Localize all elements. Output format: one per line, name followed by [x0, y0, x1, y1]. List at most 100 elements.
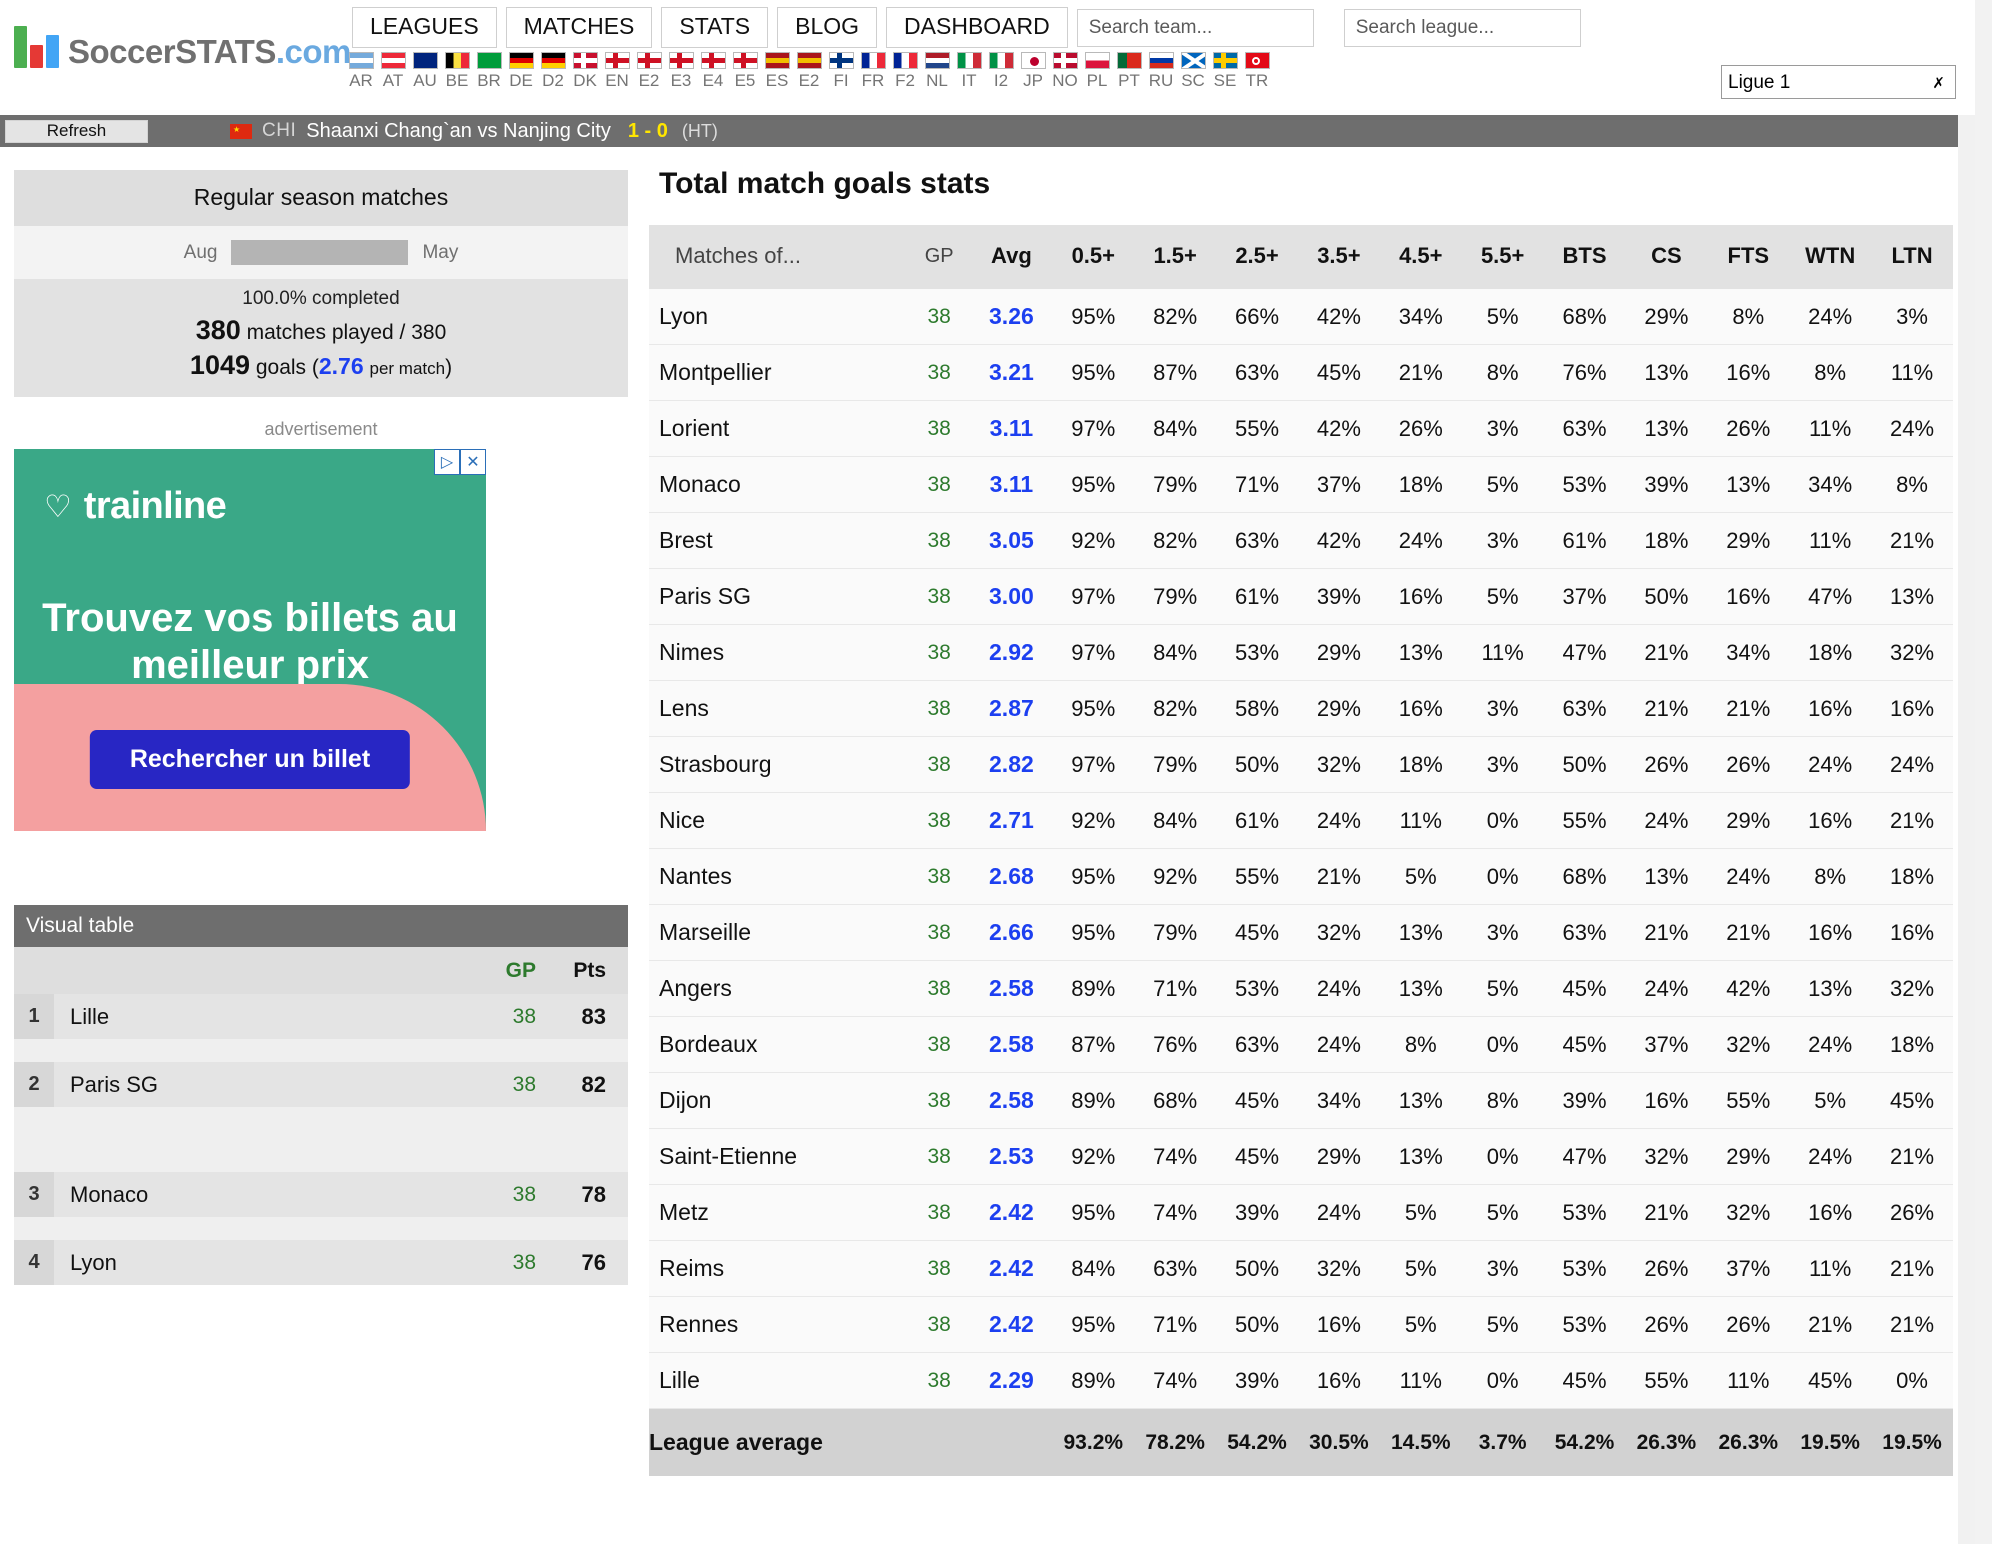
team-name-cell[interactable]: Paris SG — [649, 568, 908, 625]
team-name-cell[interactable]: Nice — [649, 792, 908, 849]
flag-e2[interactable]: E2 — [793, 52, 825, 89]
team-name-cell[interactable]: Brest — [649, 512, 908, 569]
flag-en[interactable]: EN — [601, 52, 633, 89]
team-name-cell[interactable]: Strasbourg — [649, 736, 908, 793]
table-row[interactable]: Paris SG 38 3.00 97% 79% 61% 39% 16% 5% 37% 50% 16%… — [649, 568, 1953, 625]
visual-table-row[interactable]: 1 Lille 38 83 — [14, 994, 628, 1039]
table-row[interactable]: Lens 38 2.87 95% 82% 58% 29% 16% 3% 63% 21% 21% 16% 1… — [649, 680, 1953, 737]
ticker-match[interactable]: ★ CHI Shaanxi Chang`an vs Nanjing City 1… — [230, 120, 718, 143]
flag-e5[interactable]: E5 — [729, 52, 761, 89]
table-row[interactable]: Monaco 38 3.11 95% 79% 71% 37% 18% 5% 53% 39% 13% 34… — [649, 456, 1953, 513]
visual-table-row[interactable]: 4 Lyon 38 76 — [14, 1240, 628, 1285]
flag-e2[interactable]: E2 — [633, 52, 665, 89]
nav-leagues[interactable]: LEAGUES — [352, 7, 497, 48]
flag-br[interactable]: BR — [473, 52, 505, 89]
goals-col-header-fts[interactable]: FTS — [1707, 225, 1790, 289]
flag-pl[interactable]: PL — [1081, 52, 1113, 89]
flag-sc[interactable]: SC — [1177, 52, 1209, 89]
goals-col-header-3-5[interactable]: 3.5+ — [1297, 225, 1380, 289]
flag-no[interactable]: NO — [1049, 52, 1081, 89]
table-row[interactable]: Strasbourg 38 2.82 97% 79% 50% 32% 18% 3% 50% 26% 2… — [649, 736, 1953, 793]
goals-col-header-1-5[interactable]: 1.5+ — [1134, 225, 1217, 289]
team-name-cell[interactable]: Angers — [649, 960, 908, 1017]
flag-tr[interactable]: TR — [1241, 52, 1273, 89]
team-name-cell[interactable]: Bordeaux — [649, 1016, 908, 1073]
flag-be[interactable]: BE — [441, 52, 473, 89]
table-row[interactable]: Nantes 38 2.68 95% 92% 55% 21% 5% 0% 68% 13% 24% 8% 1… — [649, 848, 1953, 905]
goals-col-header-avg[interactable]: Avg — [970, 225, 1053, 289]
flag-de[interactable]: DE — [505, 52, 537, 89]
flag-at[interactable]: AT — [377, 52, 409, 89]
flag-e3[interactable]: E3 — [665, 52, 697, 89]
flag-d2[interactable]: D2 — [537, 52, 569, 89]
team-name-cell[interactable]: Lille — [649, 1352, 908, 1409]
team-name-cell[interactable]: Rennes — [649, 1296, 908, 1353]
site-logo[interactable]: SoccerSTATS.com — [14, 26, 351, 68]
flag-it[interactable]: IT — [953, 52, 985, 89]
table-row[interactable]: Nice 38 2.71 92% 84% 61% 24% 11% 0% 55% 24% 29% 16% 2… — [649, 792, 1953, 849]
goals-col-header-wtn[interactable]: WTN — [1789, 225, 1872, 289]
goals-col-header-2-5[interactable]: 2.5+ — [1216, 225, 1298, 289]
table-row[interactable]: Nimes 38 2.92 97% 84% 53% 29% 13% 11% 47% 21% 34% 18… — [649, 624, 1953, 681]
flag-dk[interactable]: DK — [569, 52, 601, 89]
search-team-input[interactable] — [1076, 8, 1314, 47]
team-name-cell[interactable]: Nimes — [649, 624, 908, 681]
visual-table-row[interactable]: 2 Paris SG 38 82 — [14, 1062, 628, 1107]
flag-ru[interactable]: RU — [1145, 52, 1177, 89]
flag-es[interactable]: ES — [761, 52, 793, 89]
flag-pt[interactable]: PT — [1113, 52, 1145, 89]
page-scrollbar[interactable] — [1958, 115, 1975, 1544]
advertisement-banner[interactable]: ▷ ✕ ♡ trainline Trouvez vos billets au m… — [14, 449, 486, 831]
team-name-cell[interactable]: Nantes — [649, 848, 908, 905]
goals-col-header-bts[interactable]: BTS — [1543, 225, 1626, 289]
table-row[interactable]: Brest 38 3.05 92% 82% 63% 42% 24% 3% 61% 18% 29% 11%… — [649, 512, 1953, 569]
table-row[interactable]: Metz 38 2.42 95% 74% 39% 24% 5% 5% 53% 21% 32% 16% 26… — [649, 1184, 1953, 1241]
nav-matches[interactable]: MATCHES — [505, 7, 653, 48]
flag-i2[interactable]: I2 — [985, 52, 1017, 89]
flag-jp[interactable]: JP — [1017, 52, 1049, 89]
goals-col-header-4-5[interactable]: 4.5+ — [1379, 225, 1462, 289]
flag-fi[interactable]: FI — [825, 52, 857, 89]
team-name-cell[interactable]: Saint-Etienne — [649, 1128, 908, 1185]
goals-col-header-5-5[interactable]: 5.5+ — [1461, 225, 1544, 289]
refresh-button[interactable]: Refresh — [5, 119, 148, 143]
team-name-cell[interactable]: Monaco — [649, 456, 908, 513]
flag-se[interactable]: SE — [1209, 52, 1241, 89]
goals-col-header-0-5[interactable]: 0.5+ — [1052, 225, 1135, 289]
ad-cta-button[interactable]: Rechercher un billet — [89, 730, 411, 789]
flag-ar[interactable]: AR — [345, 52, 377, 89]
team-name-cell[interactable]: Lens — [649, 680, 908, 737]
team-name-cell[interactable]: Metz — [649, 1184, 908, 1241]
flag-nl[interactable]: NL — [921, 52, 953, 89]
table-row[interactable]: Lorient 38 3.11 97% 84% 55% 42% 26% 3% 63% 13% 26% 1… — [649, 400, 1953, 457]
goals-col-header-gp[interactable]: GP — [907, 225, 971, 289]
ad-info-icon[interactable]: ▷ — [434, 449, 460, 475]
nav-dashboard[interactable]: DASHBOARD — [886, 7, 1068, 48]
team-name-cell[interactable]: Lorient — [649, 400, 908, 457]
team-name-cell[interactable]: Marseille — [649, 904, 908, 961]
team-name-cell[interactable]: Lyon — [649, 289, 908, 345]
visual-table-row[interactable]: 3 Monaco 38 78 — [14, 1172, 628, 1217]
team-name-cell[interactable]: Dijon — [649, 1072, 908, 1129]
table-row[interactable]: Marseille 38 2.66 95% 79% 45% 32% 13% 3% 63% 21% 21… — [649, 904, 1953, 961]
table-row[interactable]: Rennes 38 2.42 95% 71% 50% 16% 5% 5% 53% 26% 26% 21%… — [649, 1296, 1953, 1353]
goals-col-header-ltn[interactable]: LTN — [1871, 225, 1953, 289]
flag-e4[interactable]: E4 — [697, 52, 729, 89]
table-row[interactable]: Angers 38 2.58 89% 71% 53% 24% 13% 5% 45% 24% 42% 13… — [649, 960, 1953, 1017]
table-row[interactable]: Lyon 38 3.26 95% 82% 66% 42% 34% 5% 68% 29% 8% 24% 3% — [649, 289, 1953, 345]
flag-fr[interactable]: FR — [857, 52, 889, 89]
nav-stats[interactable]: STATS — [661, 7, 769, 48]
table-row[interactable]: Bordeaux 38 2.58 87% 76% 63% 24% 8% 0% 45% 37% 32% 2… — [649, 1016, 1953, 1073]
team-name-cell[interactable]: Montpellier — [649, 344, 908, 401]
table-row[interactable]: Dijon 38 2.58 89% 68% 45% 34% 13% 8% 39% 16% 55% 5% 4… — [649, 1072, 1953, 1129]
search-league-input[interactable] — [1343, 8, 1581, 47]
table-row[interactable]: Lille 38 2.29 89% 74% 39% 16% 11% 0% 45% 55% 11% 45%… — [649, 1352, 1953, 1409]
league-select[interactable]: Ligue 1 — [1721, 65, 1956, 99]
table-row[interactable]: Saint-Etienne 38 2.53 92% 74% 45% 29% 13% 0% 47% 3… — [649, 1128, 1953, 1185]
goals-col-header-matches-of[interactable]: Matches of... — [649, 225, 908, 289]
nav-blog[interactable]: BLOG — [777, 7, 878, 48]
flag-au[interactable]: AU — [409, 52, 441, 89]
table-row[interactable]: Montpellier 38 3.21 95% 87% 63% 45% 21% 8% 76% 13%… — [649, 344, 1953, 401]
ad-close-icon[interactable]: ✕ — [460, 449, 486, 475]
team-name-cell[interactable]: Reims — [649, 1240, 908, 1297]
